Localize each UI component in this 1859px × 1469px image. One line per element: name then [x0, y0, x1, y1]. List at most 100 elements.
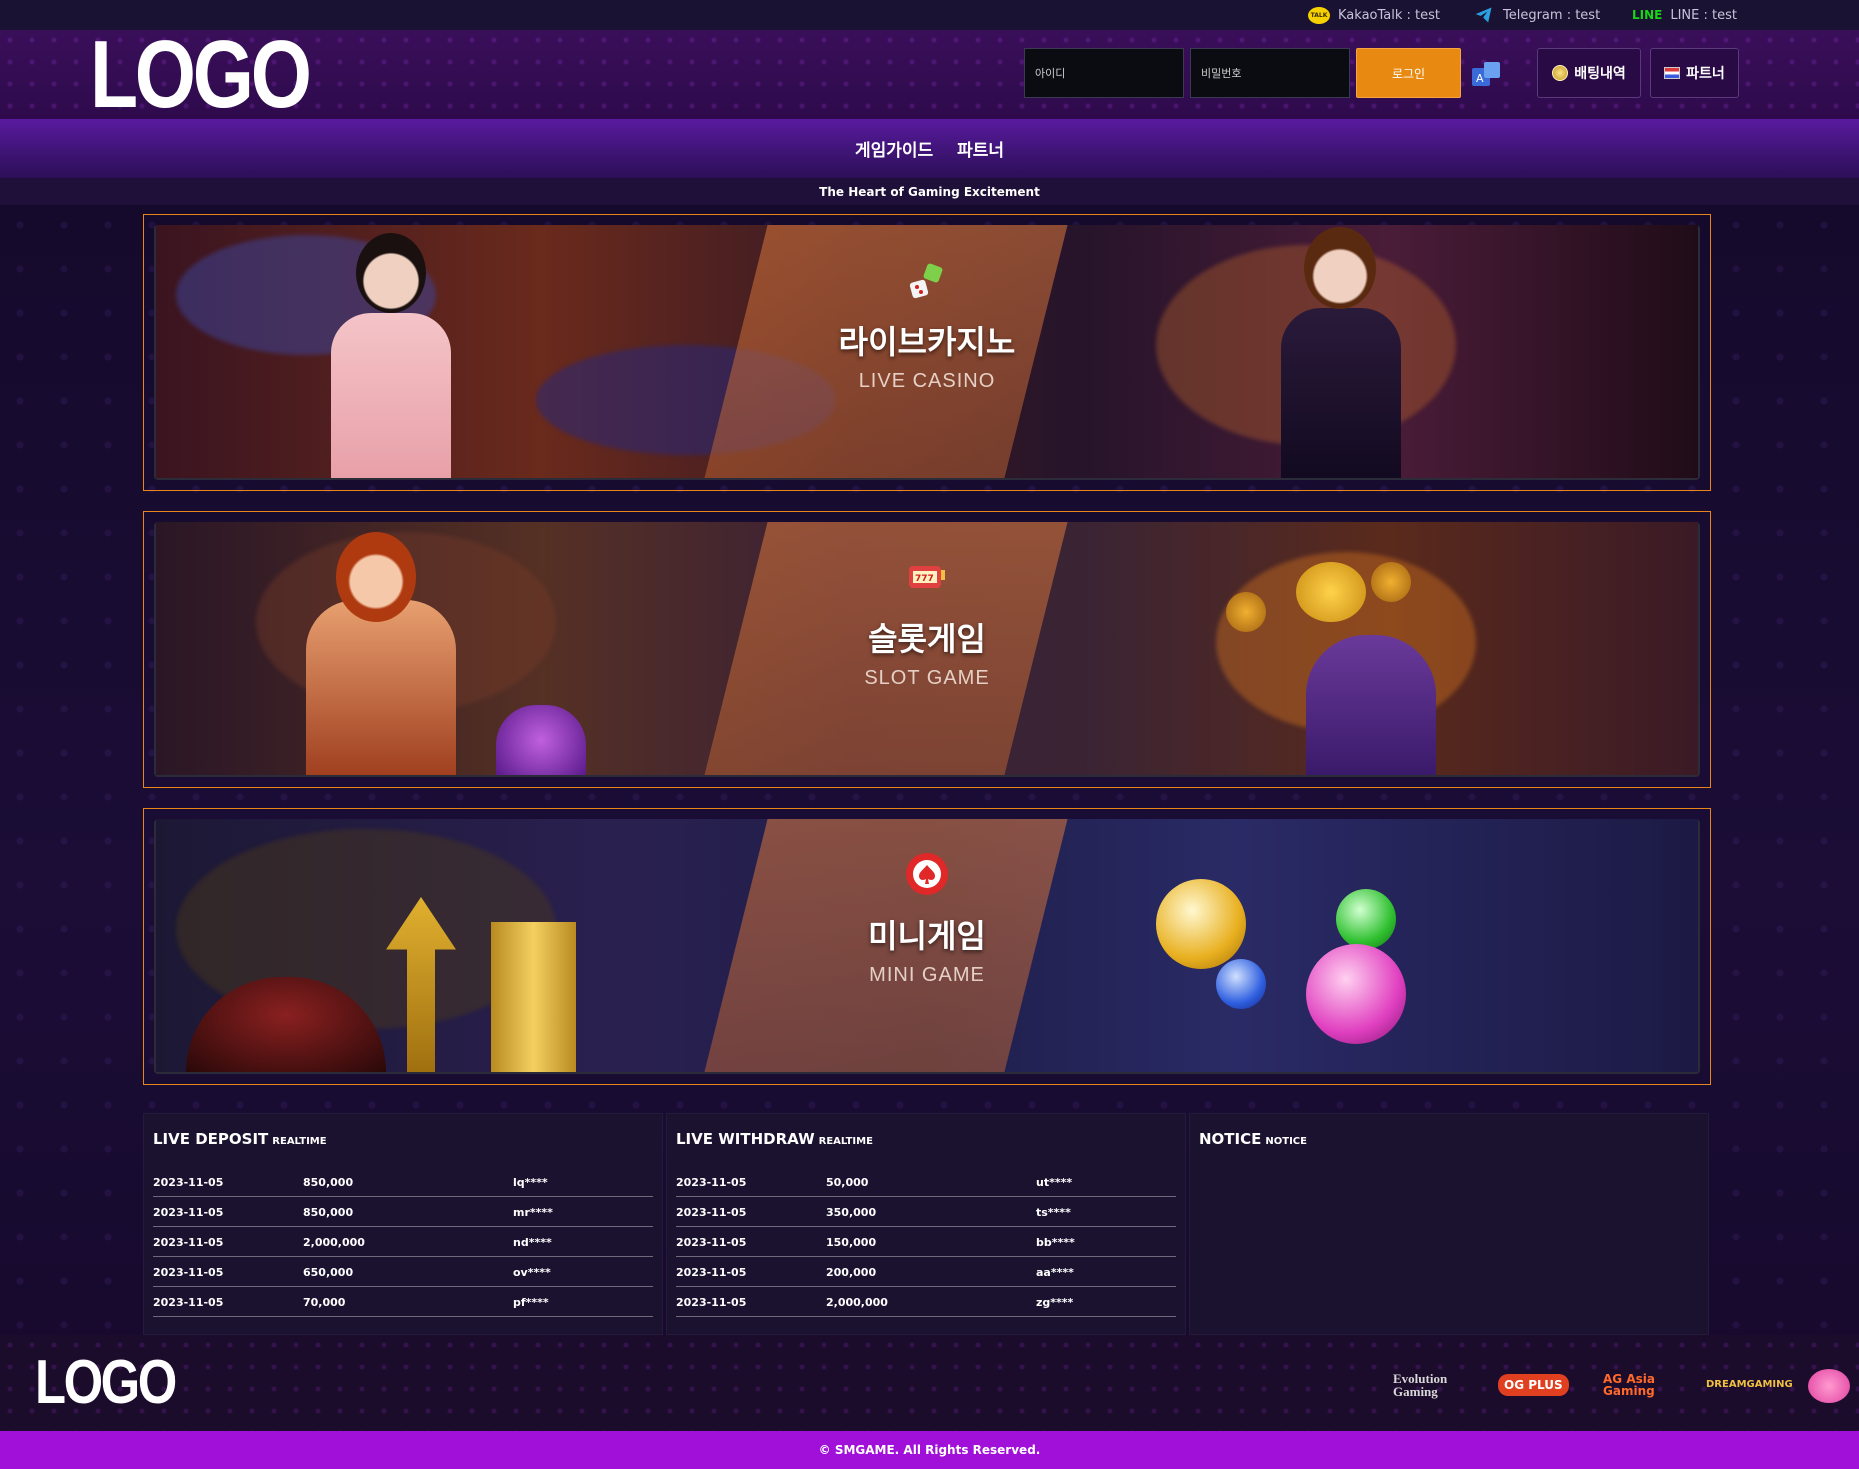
telegram-label: Telegram : test [1503, 7, 1601, 23]
row-date: 2023-11-05 [676, 1266, 747, 1279]
row-user: zg**** [1036, 1296, 1074, 1309]
row-date: 2023-11-05 [153, 1206, 224, 1219]
poker-chip-icon [906, 853, 948, 895]
telegram-icon [1475, 7, 1492, 23]
dealer-head [356, 233, 426, 313]
row-user: aa**** [1036, 1266, 1074, 1279]
line-icon: LINE [1632, 8, 1663, 22]
footer: LOGO Evolution Gaming OG PLUS AG Asia Ga… [0, 1335, 1859, 1431]
row-date: 2023-11-05 [676, 1176, 747, 1189]
betting-history-label: 배팅내역 [1574, 66, 1626, 82]
username-input[interactable] [1024, 48, 1184, 98]
panel-title: LIVE DEPOSIT REALTIME [153, 1130, 327, 1148]
table-row: 2023-11-05 850,000 mr**** [153, 1197, 653, 1227]
provider-ag-logo: AG Asia Gaming [1603, 1372, 1655, 1398]
row-amount: 850,000 [303, 1206, 354, 1219]
password-input[interactable] [1190, 48, 1350, 98]
row-user: lq**** [513, 1176, 548, 1189]
login-button[interactable]: 로그인 [1356, 48, 1461, 98]
row-user: ts**** [1036, 1206, 1071, 1219]
banner-subtitle: SLOT GAME [864, 667, 990, 689]
row-date: 2023-11-05 [153, 1236, 224, 1249]
banner-title: 슬롯게임 [868, 620, 986, 658]
notice-title: NOTICE [1199, 1130, 1262, 1148]
row-user: ov**** [513, 1266, 551, 1279]
withdraw-tag: REALTIME [818, 1136, 873, 1147]
site-logo[interactable]: LOGO [90, 27, 312, 123]
row-amount: 650,000 [303, 1266, 354, 1279]
provider-sexy-logo [1808, 1369, 1850, 1403]
partner-button[interactable]: 파트너 [1650, 48, 1739, 98]
provider-og-logo: OG PLUS [1498, 1365, 1583, 1405]
line-contact[interactable]: LINE LINE : test [1632, 5, 1737, 25]
slot-game-banner[interactable]: 777 슬롯게임 SLOT GAME [143, 511, 1711, 788]
table-row: 2023-11-05 650,000 ov**** [153, 1257, 653, 1287]
row-amount: 70,000 [303, 1296, 346, 1309]
svg-text:A: A [1476, 72, 1484, 85]
copyright-bar: © SMGAME. All Rights Reserved. [0, 1431, 1859, 1469]
mini-game-art: 미니게임 MINI GAME [156, 819, 1698, 1072]
panel-title: LIVE WITHDRAW REALTIME [676, 1130, 873, 1148]
row-user: bb**** [1036, 1236, 1075, 1249]
row-date: 2023-11-05 [153, 1176, 224, 1189]
banner-title: 라이브카지노 [838, 323, 1016, 361]
notice-tag: NOTICE [1265, 1136, 1307, 1147]
coin-icon [1552, 65, 1569, 81]
row-amount: 150,000 [826, 1236, 877, 1249]
notice-panel: NOTICE NOTICE [1189, 1113, 1709, 1335]
translate-icon[interactable]: A [1470, 60, 1502, 92]
dice-icon [909, 263, 943, 299]
svg-text:777: 777 [915, 574, 934, 584]
row-date: 2023-11-05 [153, 1266, 224, 1279]
kakao-label: KakaoTalk : test [1338, 7, 1440, 23]
gold-coin-icon [1371, 562, 1411, 602]
live-withdraw-panel: LIVE WITHDRAW REALTIME 2023-11-05 50,000 … [666, 1113, 1186, 1335]
nav-partner[interactable]: 파트너 [957, 136, 1004, 161]
withdraw-title: LIVE WITHDRAW [676, 1130, 815, 1148]
live-casino-banner[interactable]: 라이브카지노 LIVE CASINO [143, 214, 1711, 491]
row-user: pf**** [513, 1296, 549, 1309]
partner-label: 파트너 [1686, 66, 1725, 82]
betting-history-button[interactable]: 배팅내역 [1537, 48, 1641, 98]
telegram-contact[interactable]: Telegram : test [1473, 5, 1600, 25]
footer-logo: LOGO [35, 1348, 177, 1417]
row-amount: 2,000,000 [826, 1296, 888, 1309]
row-amount: 50,000 [826, 1176, 869, 1189]
slot-machine-icon: 777 [909, 566, 945, 588]
row-amount: 2,000,000 [303, 1236, 365, 1249]
table-row: 2023-11-05 50,000 ut**** [676, 1167, 1176, 1197]
live-casino-art: 라이브카지노 LIVE CASINO [156, 225, 1698, 478]
nav-game-guide[interactable]: 게임가이드 [855, 136, 933, 161]
table-row: 2023-11-05 2,000,000 zg**** [676, 1287, 1176, 1317]
row-date: 2023-11-05 [153, 1296, 224, 1309]
row-amount: 200,000 [826, 1266, 877, 1279]
gold-ingot-icon [1296, 562, 1366, 622]
line-label: LINE : test [1670, 7, 1737, 23]
kakao-contact[interactable]: TALK KakaoTalk : test [1308, 5, 1440, 25]
provider-dreamgaming-logo: DREAMGAMING [1706, 1379, 1793, 1390]
lottery-ball-58 [1306, 944, 1406, 1044]
slot-game-art: 777 슬롯게임 SLOT GAME [156, 522, 1698, 775]
deposit-title: LIVE DEPOSIT [153, 1130, 269, 1148]
banner-subtitle: LIVE CASINO [858, 370, 996, 392]
header: LOGO 로그인 A 배팅내역 파트너 [0, 27, 1859, 123]
slot-character-head [336, 532, 416, 622]
banner-subtitle: MINI GAME [869, 964, 985, 986]
table-row: 2023-11-05 200,000 aa**** [676, 1257, 1176, 1287]
table-row: 2023-11-05 70,000 pf**** [153, 1287, 653, 1317]
main-nav: 게임가이드 파트너 [0, 119, 1859, 178]
banner-title: 미니게임 [868, 917, 986, 955]
row-date: 2023-11-05 [676, 1296, 747, 1309]
mini-game-banner[interactable]: 미니게임 MINI GAME [143, 808, 1711, 1085]
live-deposit-panel: LIVE DEPOSIT REALTIME 2023-11-05 850,000 … [143, 1113, 663, 1335]
table-row: 2023-11-05 150,000 bb**** [676, 1227, 1176, 1257]
row-amount: 850,000 [303, 1176, 354, 1189]
slot-777-icon [496, 705, 586, 775]
row-amount: 350,000 [826, 1206, 877, 1219]
table-row: 2023-11-05 350,000 ts**** [676, 1197, 1176, 1227]
kakaotalk-icon: TALK [1308, 6, 1330, 24]
table-row: 2023-11-05 850,000 lq**** [153, 1167, 653, 1197]
provider-evolution-logo: Evolution Gaming [1393, 1371, 1448, 1399]
flag-icon [1664, 67, 1681, 79]
row-user: mr**** [513, 1206, 553, 1219]
